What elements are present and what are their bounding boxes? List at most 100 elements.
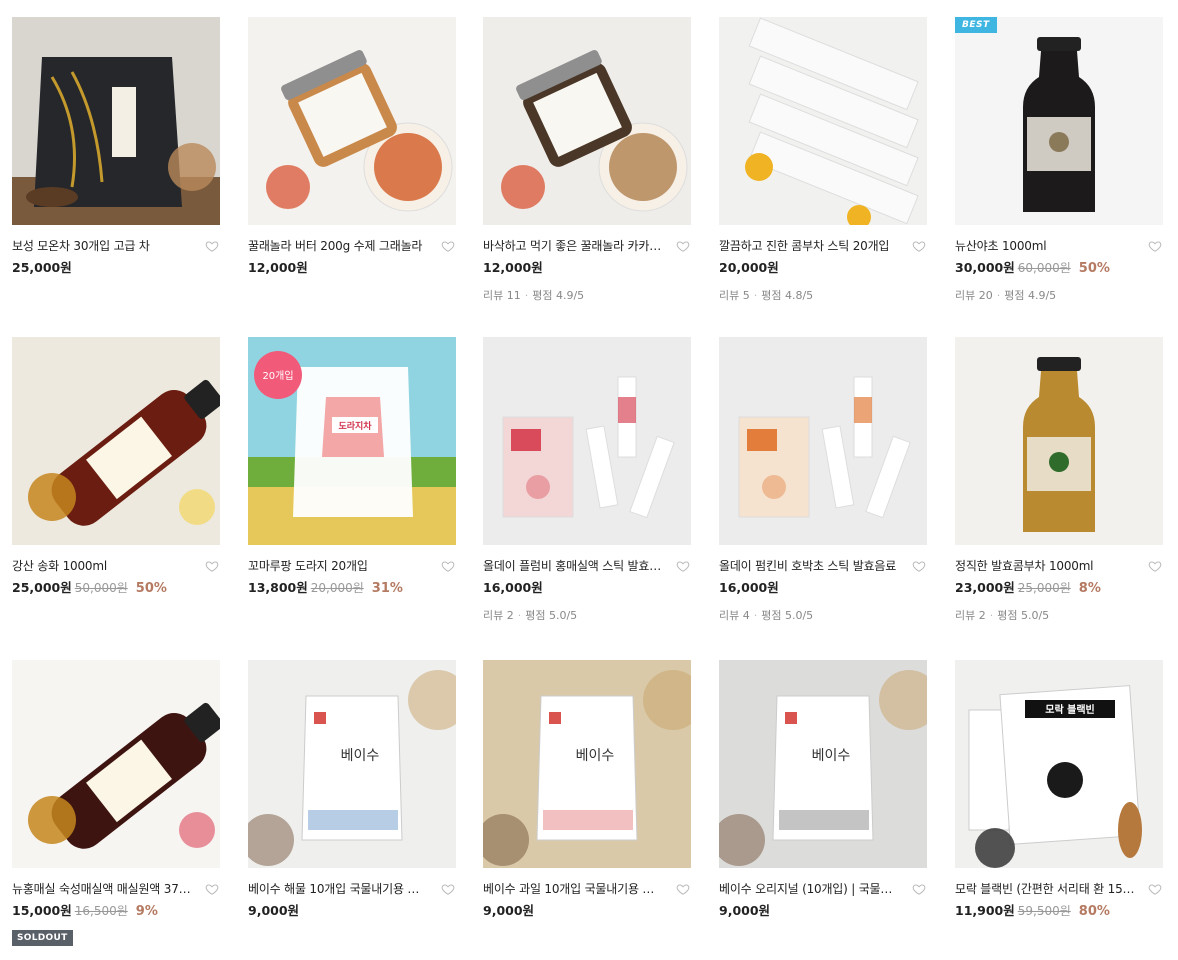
product-image[interactable] — [12, 660, 220, 868]
product-card[interactable]: 보성 모온차 30개입 고급 차 25,000원 — [12, 17, 220, 317]
product-name[interactable]: 보성 모온차 30개입 고급 차 — [12, 238, 192, 254]
review-summary: 리뷰 2 · 평점 5.0/5 — [955, 607, 1049, 623]
wishlist-heart-icon[interactable] — [1148, 881, 1162, 895]
discount-rate: 8% — [1078, 581, 1101, 596]
product-name[interactable]: 베이수 오리지널 (10개입) | 국물내기용 — [719, 881, 899, 897]
sale-price: 25,000원 — [12, 260, 72, 275]
review-summary: 리뷰 5 · 평점 4.8/5 — [719, 287, 813, 303]
product-name[interactable]: 바삭하고 먹기 좋은 꿀래놀라 카카오 200g — [483, 238, 663, 254]
product-name[interactable]: 올데이 펌킨비 호박초 스틱 발효음료 — [719, 558, 899, 574]
price-line: 9,000원 — [248, 900, 300, 918]
product-name[interactable]: 정직한 발효콤부차 1000ml — [955, 558, 1135, 574]
product-name[interactable]: 뉴홍매실 숙성매실액 매실원액 375ml — [12, 881, 192, 897]
review-count: 리뷰 11 — [483, 289, 521, 302]
product-card[interactable]: 베이수베이수 오리지널 (10개입) | 국물내기용 9,000원 — [719, 660, 927, 960]
product-photo: 베이수 — [248, 660, 456, 868]
price-line: 11,900원 59,500원 80% — [955, 900, 1110, 919]
product-name[interactable]: 베이수 과일 10개입 국물내기용 간편 육수 — [483, 881, 663, 897]
product-image[interactable] — [719, 337, 927, 545]
product-name[interactable]: 꼬마루팡 도라지 20개입 — [248, 558, 428, 574]
svg-text:베이수: 베이수 — [576, 748, 615, 764]
price-line: 9,000원 — [483, 900, 535, 918]
price-line: 12,000원 — [483, 257, 543, 275]
sale-price: 15,000원 — [12, 903, 72, 918]
product-image[interactable] — [719, 17, 927, 225]
review-summary: 리뷰 20 · 평점 4.9/5 — [955, 287, 1056, 303]
product-photo — [483, 337, 691, 545]
original-price: 25,000원 — [1017, 581, 1071, 595]
wishlist-heart-icon[interactable] — [441, 238, 455, 252]
wishlist-heart-icon[interactable] — [676, 558, 690, 572]
product-image[interactable]: 베이수 — [719, 660, 927, 868]
product-card[interactable]: 깔끔하고 진한 콤부차 스틱 20개입 20,000원 리뷰 5 · 평점 4.8/5 — [719, 17, 927, 317]
wishlist-heart-icon[interactable] — [205, 238, 219, 252]
wishlist-heart-icon[interactable] — [1148, 238, 1162, 252]
wishlist-heart-icon[interactable] — [441, 558, 455, 572]
product-card[interactable]: 베이수베이수 과일 10개입 국물내기용 간편 육수 9,000원 — [483, 660, 691, 960]
sale-price: 9,000원 — [483, 903, 535, 918]
product-image[interactable]: 모락 블랙빈 — [955, 660, 1163, 868]
product-name[interactable]: 꿀래놀라 버터 200g 수제 그래놀라 — [248, 238, 428, 254]
product-image[interactable]: 베이수 — [248, 660, 456, 868]
review-count: 리뷰 5 — [719, 289, 750, 302]
wishlist-heart-icon[interactable] — [441, 881, 455, 895]
product-image[interactable] — [955, 337, 1163, 545]
product-name[interactable]: 올데이 플럼비 홍매실액 스틱 발효음료 — [483, 558, 663, 574]
product-name[interactable]: 모락 블랙빈 (간편한 서리태 환 15포) — [955, 881, 1135, 897]
product-image[interactable] — [483, 17, 691, 225]
product-image[interactable]: 20개입 도라지차 — [248, 337, 456, 545]
product-image[interactable] — [12, 17, 220, 225]
separator-dot: · — [524, 289, 529, 302]
price-line: 25,000원 — [12, 257, 72, 275]
product-image[interactable] — [248, 17, 456, 225]
product-bag — [34, 57, 182, 207]
product-photo: 모락 블랙빈 — [955, 660, 1163, 868]
product-card[interactable]: 올데이 플럼비 홍매실액 스틱 발효음료 16,000원리뷰 2 · 평점 5.0/5 — [483, 337, 691, 637]
product-card[interactable]: 올데이 펌킨비 호박초 스틱 발효음료 16,000원리뷰 4 · 평점 5.0/5 — [719, 337, 927, 637]
product-image[interactable]: BEST — [955, 17, 1163, 225]
product-name[interactable]: 뉴산야초 1000ml — [955, 238, 1135, 254]
sale-price: 23,000원 — [955, 580, 1015, 595]
product-card[interactable]: 정직한 발효콤부차 1000ml 23,000원 25,000원 8% 리뷰 2 · 평점 … — [955, 337, 1163, 637]
product-card[interactable]: 강산 송화 1000ml 25,000원 50,000원 50% — [12, 337, 220, 637]
product-image[interactable] — [483, 337, 691, 545]
wishlist-heart-icon[interactable] — [205, 881, 219, 895]
original-price: 59,500원 — [1017, 904, 1071, 918]
product-card[interactable]: 모락 블랙빈모락 블랙빈 (간편한 서리태 환 15포) 11,900원 59,50… — [955, 660, 1163, 960]
price-line: 25,000원 50,000원 50% — [12, 577, 167, 596]
wishlist-heart-icon[interactable] — [676, 238, 690, 252]
product-name[interactable]: 베이수 해물 10개입 국물내기용 간편 육수 — [248, 881, 428, 897]
product-image[interactable] — [12, 337, 220, 545]
discount-rate: 50% — [135, 581, 167, 596]
product-photo — [483, 17, 691, 225]
product-card[interactable]: 꿀래놀라 버터 200g 수제 그래놀라 12,000원 — [248, 17, 456, 317]
price-line: 12,000원 — [248, 257, 308, 275]
product-card[interactable]: 20개입 도라지차 꼬마루팡 도라지 20개입 13,800원 20,000원 31% — [248, 337, 456, 637]
product-card[interactable]: BEST 뉴산야초 1000ml 30,000원 60,000원 50% 리뷰 20 · 평점… — [955, 17, 1163, 317]
wishlist-heart-icon[interactable] — [205, 558, 219, 572]
review-summary: 리뷰 2 · 평점 5.0/5 — [483, 607, 577, 623]
price-line: 16,000원 — [483, 577, 543, 595]
rating-score: 평점 5.0/5 — [525, 609, 578, 622]
wishlist-heart-icon[interactable] — [676, 881, 690, 895]
product-card[interactable]: 바삭하고 먹기 좋은 꿀래놀라 카카오 200g 12,000원리뷰 11·평점 … — [483, 17, 691, 317]
product-card[interactable]: 뉴홍매실 숙성매실액 매실원액 375ml 15,000원 16,500원 9% SOL… — [12, 660, 220, 960]
wishlist-heart-icon[interactable] — [912, 238, 926, 252]
wishlist-heart-icon[interactable] — [912, 558, 926, 572]
sale-price: 9,000원 — [248, 903, 300, 918]
price-line: 16,000원 — [719, 577, 779, 595]
review-count: 리뷰 2 — [955, 609, 986, 622]
wishlist-heart-icon[interactable] — [1148, 558, 1162, 572]
product-name[interactable]: 깔끔하고 진한 콤부차 스틱 20개입 — [719, 238, 899, 254]
review-summary: 리뷰 4 · 평점 5.0/5 — [719, 607, 813, 623]
product-photo — [12, 17, 220, 225]
product-image[interactable]: 베이수 — [483, 660, 691, 868]
rating-score: 평점 5.0/5 — [761, 609, 814, 622]
wishlist-heart-icon[interactable] — [912, 881, 926, 895]
review-summary: 리뷰 11 · 평점 4.9/5 — [483, 287, 584, 303]
separator-dot: · — [753, 289, 758, 302]
sale-price: 9,000원 — [719, 903, 771, 918]
product-name[interactable]: 강산 송화 1000ml — [12, 558, 192, 574]
product-card[interactable]: 베이수베이수 해물 10개입 국물내기용 간편 육수 9,000원 — [248, 660, 456, 960]
rating-score: 평점 4.9/5 — [1004, 289, 1057, 302]
